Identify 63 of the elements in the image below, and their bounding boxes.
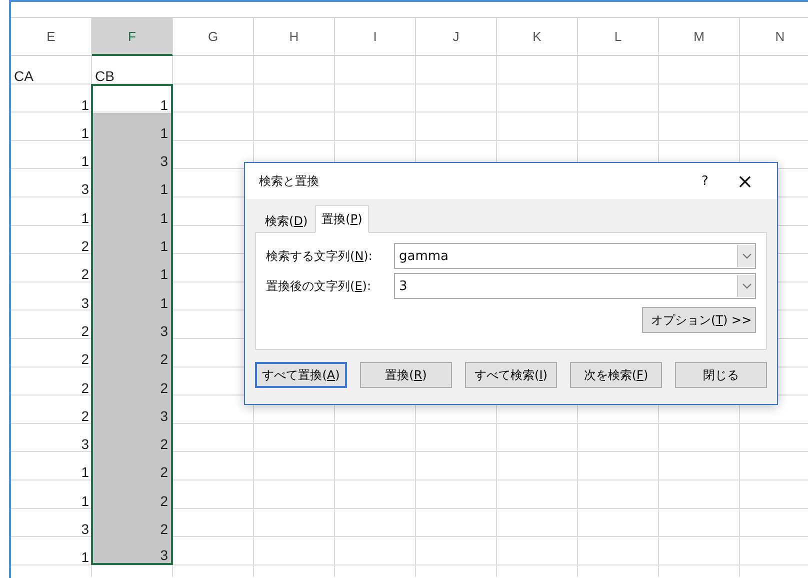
dialog-button[interactable]: 置換(R) <box>360 362 452 388</box>
table-cell-text: CB <box>94 68 114 84</box>
table-cell[interactable]: 3 <box>91 396 173 424</box>
column-header[interactable]: K <box>497 18 578 56</box>
options-button[interactable]: オプション(T) >> <box>642 307 756 333</box>
table-cell[interactable]: 3 <box>91 310 173 339</box>
table-cell[interactable]: 3 <box>91 140 173 170</box>
dialog-button[interactable]: すべて置換(A) <box>255 362 347 388</box>
table-cell-text: 1 <box>81 153 90 170</box>
chevron-down-icon <box>742 253 752 259</box>
help-button[interactable]: ? <box>685 174 725 188</box>
table-cell[interactable]: 1 <box>91 169 173 198</box>
table-cell-text: 1 <box>81 96 90 113</box>
tab[interactable]: 検索(D) <box>258 208 315 232</box>
column-header[interactable]: H <box>254 18 335 56</box>
table-cell[interactable]: 2 <box>91 367 173 396</box>
table-cell[interactable]: 1 <box>91 197 173 226</box>
column-header[interactable]: M <box>659 18 740 56</box>
table-cell[interactable]: 1 <box>91 226 173 254</box>
column-header[interactable]: J <box>416 18 497 56</box>
table-cell[interactable]: 3 <box>91 537 173 566</box>
field-label: 検索する文字列(N): <box>266 248 374 264</box>
table-cell-text: 3 <box>81 181 90 198</box>
dialog-button[interactable]: すべて検索(I) <box>465 362 557 388</box>
dropdown-button[interactable] <box>737 275 755 297</box>
dialog-title: 検索と置換 <box>259 172 320 190</box>
table-cell[interactable]: 2 <box>91 452 173 480</box>
table-cell-text: 1 <box>81 210 90 226</box>
table-cell-text: 2 <box>81 322 90 339</box>
dialog-button[interactable]: 次を検索(F) <box>570 362 662 388</box>
table-cell[interactable]: 1 <box>91 112 173 141</box>
table-cell[interactable]: 2 <box>91 338 173 368</box>
table-cell[interactable]: 2 <box>91 424 173 452</box>
table-cell[interactable]: 2 <box>91 508 173 538</box>
table-cell-text: 2 <box>81 351 90 368</box>
table-cell-text: 1 <box>81 464 90 480</box>
chevron-down-icon <box>742 283 752 289</box>
column-header[interactable]: I <box>335 18 416 56</box>
combo-field[interactable]: gamma <box>394 243 756 269</box>
table-cell-text: 3 <box>81 294 90 311</box>
table-cell-text: 2 <box>81 380 90 396</box>
table-cell-text: 1 <box>81 549 90 566</box>
table-cell-text: 2 <box>81 238 90 254</box>
dropdown-button[interactable] <box>737 245 755 267</box>
tab[interactable]: 置換(P) <box>314 205 370 233</box>
table-cell-text: 1 <box>81 124 90 141</box>
table-cell-text: 1 <box>81 492 90 509</box>
table-cell[interactable]: 1 <box>91 282 173 311</box>
column-header[interactable]: L <box>578 18 659 56</box>
table-cell[interactable]: 1 <box>91 254 173 282</box>
combo-field[interactable]: 3 <box>394 273 756 299</box>
field-label: 置換後の文字列(E): <box>266 278 372 294</box>
column-header[interactable]: F <box>92 18 173 56</box>
table-cell[interactable]: 2 <box>91 480 173 509</box>
column-header[interactable]: G <box>173 18 254 56</box>
column-header[interactable]: N <box>740 18 808 56</box>
table-cell-text: 3 <box>81 436 90 452</box>
dialog-button[interactable]: 閉じる <box>675 362 767 388</box>
table-cell-text: 3 <box>81 521 90 538</box>
table-cell-text: 2 <box>81 266 90 282</box>
table-cell-text: CA <box>13 68 34 84</box>
close-button[interactable]: × <box>725 169 765 193</box>
table-cell-text: 2 <box>81 408 90 424</box>
